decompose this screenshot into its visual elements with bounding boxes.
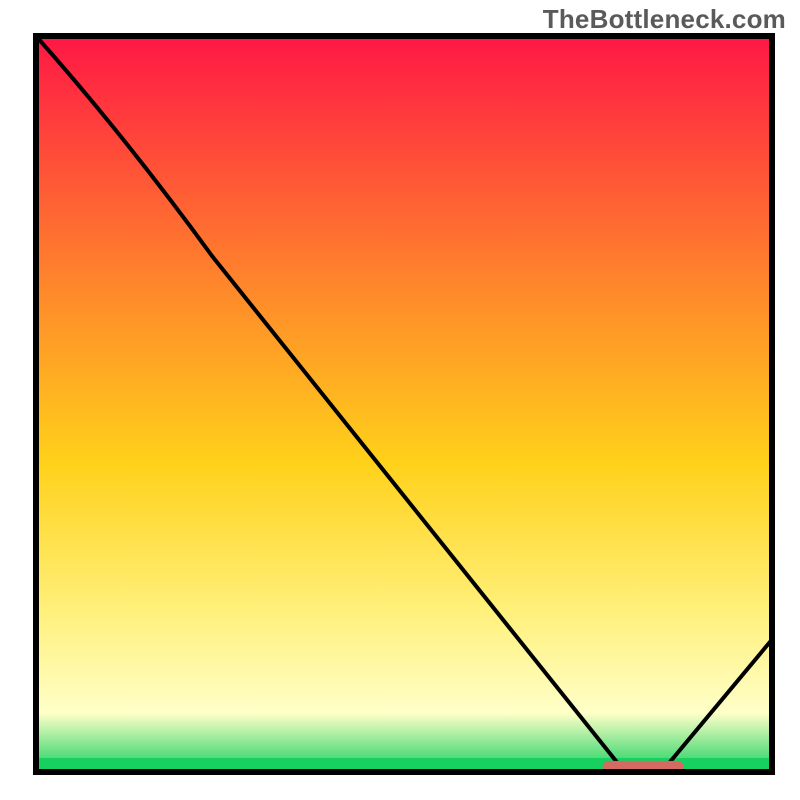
chart-container: TheBottleneck.com	[0, 0, 800, 800]
bottleneck-chart	[0, 0, 800, 800]
plot-background	[36, 36, 772, 772]
plot-area	[36, 36, 772, 773]
